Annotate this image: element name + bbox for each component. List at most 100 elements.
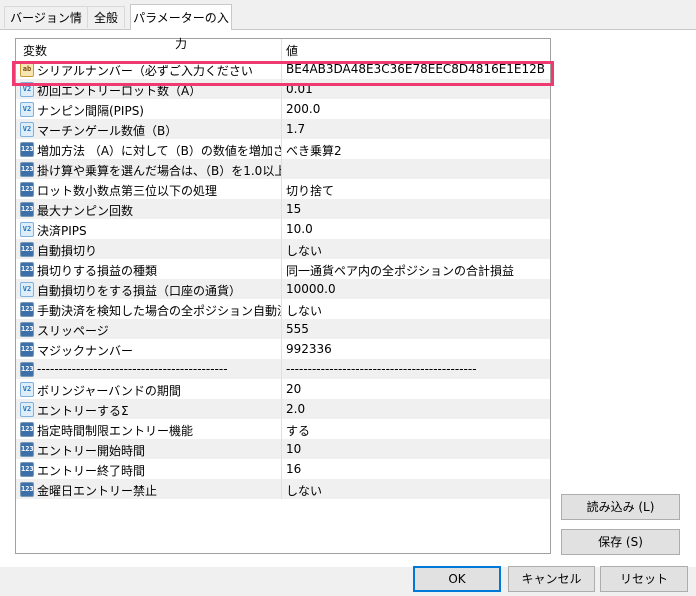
parameter-row[interactable]: 123 金曜日エントリー禁止 しない bbox=[16, 479, 550, 499]
parameter-name: スリッページ bbox=[37, 324, 109, 338]
cell-divider bbox=[281, 379, 282, 399]
parameter-row[interactable]: V2 ボリンジャーバンドの期間 20 bbox=[16, 379, 550, 399]
integer-type-icon: 123 bbox=[20, 162, 34, 177]
cell-divider bbox=[281, 319, 282, 339]
parameter-value[interactable]: 15 bbox=[286, 202, 546, 216]
cell-divider bbox=[281, 459, 282, 479]
parameter-row[interactable]: 123 ロット数小数点第三位以下の処理 切り捨て bbox=[16, 179, 550, 199]
parameter-row[interactable]: 123 -------------------------------------… bbox=[16, 359, 550, 379]
grid-header: 変数 値 bbox=[16, 39, 550, 59]
tab-bar: バージョン情報 全般 パラメーターの入力 bbox=[0, 0, 696, 51]
integer-type-icon: 123 bbox=[20, 442, 34, 457]
cell-divider bbox=[281, 239, 282, 259]
cancel-button[interactable]: キャンセル bbox=[508, 566, 595, 592]
parameter-row[interactable]: 123 最大ナンピン回数 15 bbox=[16, 199, 550, 219]
parameter-value[interactable]: 200.0 bbox=[286, 102, 546, 116]
cell-divider bbox=[281, 339, 282, 359]
parameter-value[interactable]: 16 bbox=[286, 462, 546, 476]
column-header-value[interactable]: 値 bbox=[286, 42, 298, 59]
parameter-value[interactable]: しない bbox=[286, 482, 546, 499]
cell-divider bbox=[281, 219, 282, 239]
parameter-name: 指定時間制限エントリー機能 bbox=[37, 424, 194, 438]
parameter-value[interactable]: ----------------------------------------… bbox=[286, 362, 546, 376]
cell-divider bbox=[281, 279, 282, 299]
parameter-name: マジックナンバー bbox=[37, 344, 134, 358]
parameter-value[interactable]: べき乗算2 bbox=[286, 142, 546, 159]
parameter-value[interactable]: 992336 bbox=[286, 342, 546, 356]
integer-type-icon: 123 bbox=[20, 302, 34, 317]
parameter-value[interactable]: 555 bbox=[286, 322, 546, 336]
cell-divider bbox=[281, 199, 282, 219]
parameter-value[interactable]: 10000.0 bbox=[286, 282, 546, 296]
cell-divider bbox=[281, 259, 282, 279]
cell-divider bbox=[281, 419, 282, 439]
double-type-icon: V2 bbox=[20, 402, 34, 417]
parameter-row[interactable]: V2 エントリーするΣ 2.0 bbox=[16, 399, 550, 419]
tab-input-parameters[interactable]: パラメーターの入力 bbox=[130, 4, 232, 51]
parameter-value[interactable]: しない bbox=[286, 242, 546, 259]
reset-button[interactable]: リセット bbox=[600, 566, 688, 592]
integer-type-icon: 123 bbox=[20, 322, 34, 337]
integer-type-icon: 123 bbox=[20, 482, 34, 497]
double-type-icon: V2 bbox=[20, 102, 34, 117]
parameter-row[interactable]: 123 指定時間制限エントリー機能 する bbox=[16, 419, 550, 439]
cell-divider bbox=[281, 179, 282, 199]
parameter-name: 手動決済を検知した場合の全ポジション自動決済 bbox=[37, 304, 281, 318]
parameter-value[interactable]: 切り捨て bbox=[286, 182, 546, 199]
parameter-row[interactable]: 123 マジックナンバー 992336 bbox=[16, 339, 550, 359]
parameter-name: ナンピン間隔(PIPS) bbox=[37, 104, 144, 118]
cell-divider bbox=[281, 359, 282, 379]
parameter-row[interactable]: V2 決済PIPS 10.0 bbox=[16, 219, 550, 239]
column-divider[interactable] bbox=[281, 39, 282, 59]
parameter-row[interactable]: V2 マーチンゲール数値（B） 1.7 bbox=[16, 119, 550, 139]
serial-number-highlight bbox=[12, 61, 554, 86]
parameter-name: ボリンジャーバンドの期間 bbox=[37, 384, 181, 398]
parameter-value[interactable]: しない bbox=[286, 302, 546, 319]
cell-divider bbox=[281, 159, 282, 179]
parameter-value[interactable]: する bbox=[286, 422, 546, 439]
parameter-row[interactable]: 123 手動決済を検知した場合の全ポジション自動決済 しない bbox=[16, 299, 550, 319]
parameter-row[interactable]: 123 自動損切り しない bbox=[16, 239, 550, 259]
parameter-name: 金曜日エントリー禁止 bbox=[37, 484, 158, 498]
parameter-name: エントリー開始時間 bbox=[37, 444, 146, 458]
parameter-value[interactable]: 1.7 bbox=[286, 122, 546, 136]
double-type-icon: V2 bbox=[20, 122, 34, 137]
cell-divider bbox=[281, 139, 282, 159]
integer-type-icon: 123 bbox=[20, 262, 34, 277]
parameter-value[interactable]: 2.0 bbox=[286, 402, 546, 416]
load-button[interactable]: 読み込み (L) bbox=[561, 494, 680, 520]
integer-type-icon: 123 bbox=[20, 142, 34, 157]
parameter-row[interactable]: 123 スリッページ 555 bbox=[16, 319, 550, 339]
parameter-row[interactable]: 123 エントリー終了時間 16 bbox=[16, 459, 550, 479]
parameter-name: 自動損切りをする損益（口座の通貨） bbox=[37, 284, 242, 298]
parameter-name: ----------------------------------------… bbox=[37, 362, 228, 376]
save-button[interactable]: 保存 (S) bbox=[561, 529, 680, 555]
integer-type-icon: 123 bbox=[20, 342, 34, 357]
parameter-row[interactable]: V2 自動損切りをする損益（口座の通貨） 10000.0 bbox=[16, 279, 550, 299]
tab-version-info[interactable]: バージョン情報 bbox=[4, 6, 88, 47]
parameter-name: 最大ナンピン回数 bbox=[37, 204, 134, 218]
parameter-row[interactable]: 123 損切りする損益の種類 同一通貨ペア内の全ポジションの合計損益 bbox=[16, 259, 550, 279]
parameter-value[interactable]: 10 bbox=[286, 442, 546, 456]
parameter-row[interactable]: 123 掛け算や乗算を選んだ場合は、（B）を1.0以上… bbox=[16, 159, 550, 179]
cell-divider bbox=[281, 119, 282, 139]
parameter-name: 決済PIPS bbox=[37, 224, 87, 238]
column-header-variable[interactable]: 変数 bbox=[23, 42, 47, 59]
parameter-row[interactable]: 123 増加方法 （A）に対して（B）の数値を増加さ… べき乗算2 bbox=[16, 139, 550, 159]
parameter-name: 損切りする損益の種類 bbox=[37, 264, 158, 278]
ok-button[interactable]: OK bbox=[413, 566, 501, 592]
parameter-row[interactable]: 123 エントリー開始時間 10 bbox=[16, 439, 550, 459]
integer-type-icon: 123 bbox=[20, 422, 34, 437]
parameter-value[interactable]: 20 bbox=[286, 382, 546, 396]
parameter-value[interactable]: 同一通貨ペア内の全ポジションの合計損益 bbox=[286, 262, 546, 279]
parameters-grid[interactable]: 変数 値 ab シリアルナンバー（必ずご入力ください BE4AB3DA48E3C36… bbox=[15, 38, 551, 554]
integer-type-icon: 123 bbox=[20, 362, 34, 377]
cell-divider bbox=[281, 479, 282, 499]
double-type-icon: V2 bbox=[20, 282, 34, 297]
parameter-value[interactable]: 10.0 bbox=[286, 222, 546, 236]
parameter-name: 自動損切り bbox=[37, 244, 98, 258]
tab-general[interactable]: 全般 bbox=[87, 6, 125, 28]
parameter-name: エントリー終了時間 bbox=[37, 464, 146, 478]
parameter-row[interactable]: V2 ナンピン間隔(PIPS) 200.0 bbox=[16, 99, 550, 119]
parameter-name: エントリーするΣ bbox=[37, 404, 129, 418]
